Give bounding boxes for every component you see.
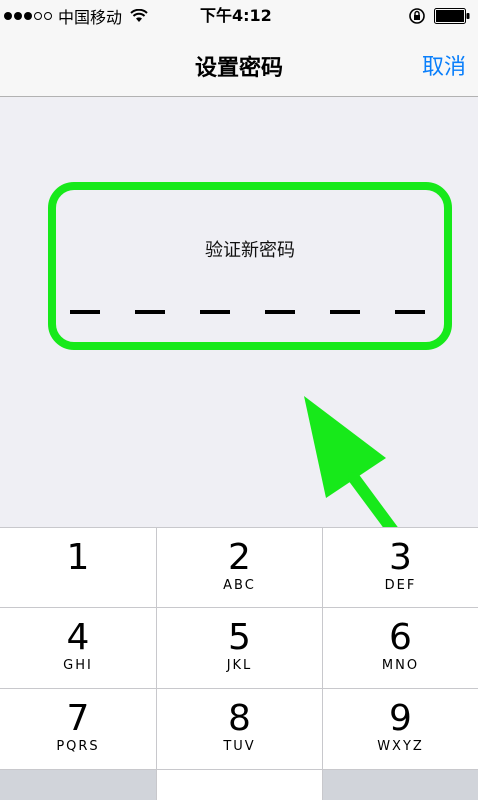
passcode-dash (265, 310, 295, 314)
passcode-dashes (70, 310, 426, 314)
page-title: 设置密码 (194, 56, 283, 81)
carrier-name: 中国移动 (58, 8, 123, 27)
passcode-prompt: 验证新密码 (205, 240, 295, 261)
passcode-highlight-box: 验证新密码 (48, 182, 452, 350)
key-6[interactable]: 6 MNO (323, 608, 478, 689)
rotation-lock-icon (409, 8, 425, 24)
passcode-dash (70, 310, 100, 314)
key-4[interactable]: 4 GHI (0, 608, 157, 689)
key-8[interactable]: 8 TUV (157, 689, 323, 770)
wifi-icon (130, 9, 148, 22)
key-5[interactable]: 5 JKL (157, 608, 323, 689)
status-time: 下午4:12 (200, 6, 272, 25)
key-2[interactable]: 2 ABC (157, 528, 323, 608)
signal-dots-icon (4, 12, 52, 20)
key-delete[interactable] (323, 770, 478, 800)
carrier-info: 中国移动 (4, 5, 148, 27)
status-bar: 中国移动 下午4:12 (0, 0, 478, 32)
passcode-dash (135, 310, 165, 314)
key-3[interactable]: 3 DEF (323, 528, 478, 608)
key-7[interactable]: 7 PQRS (0, 689, 157, 770)
key-1[interactable]: 1 (0, 528, 157, 608)
status-right (408, 7, 470, 25)
key-9[interactable]: 9 WXYZ (323, 689, 478, 770)
numeric-keypad: 1 2 ABC 3 DEF 4 GHI 5 JKL 6 MNO 7 PQRS 8… (0, 527, 478, 800)
nav-bar: 设置密码 取消 (0, 32, 478, 97)
battery-icon (434, 8, 470, 24)
cancel-button[interactable]: 取消 (422, 49, 466, 81)
passcode-dash (330, 310, 360, 314)
key-0[interactable] (157, 770, 323, 800)
passcode-dash (200, 310, 230, 314)
passcode-dash (395, 310, 425, 314)
key-blank (0, 770, 157, 800)
